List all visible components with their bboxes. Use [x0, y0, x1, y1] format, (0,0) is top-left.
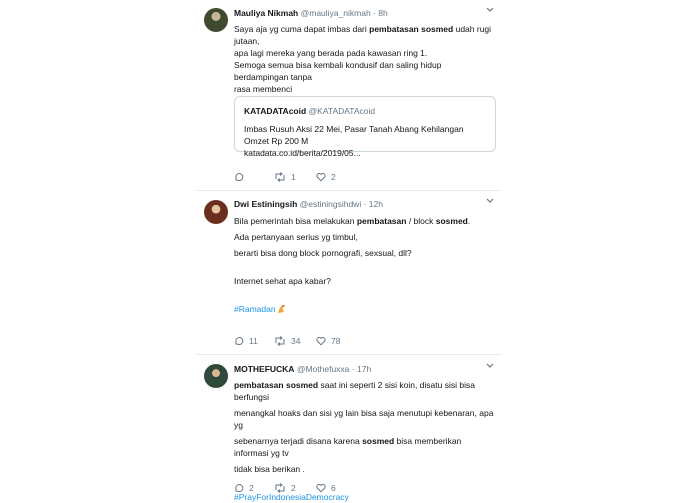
tweet-text: Saya aja yg cuma dapat imbas dari pembat… [234, 23, 496, 95]
timestamp[interactable]: 12h [369, 199, 383, 209]
retweet-button[interactable]: 2 [274, 483, 296, 493]
tweet-line: menangkal hoaks dan sisi yg lain bisa sa… [234, 408, 494, 430]
timestamp[interactable]: 17h [357, 364, 371, 374]
like-button[interactable]: 2 [316, 172, 336, 182]
tweet[interactable]: Dwi Estiningsih @estiningsihdwi · 12h Bi… [196, 191, 502, 355]
author-handle[interactable]: @mauliya_nikmah [301, 8, 371, 18]
author-name[interactable]: MOTHEFUCKA [234, 364, 294, 374]
heart-icon [316, 172, 326, 182]
like-button[interactable]: 78 [316, 336, 340, 346]
tweet-line: berarti bisa dong block pornografi, sexs… [234, 248, 412, 258]
quoted-author-name: KATADATAcoid [244, 106, 307, 116]
tweet-header: Mauliya Nikmah @mauliya_nikmah · 8h [234, 8, 388, 18]
reply-button[interactable]: 2 [234, 483, 254, 493]
quoted-tweet[interactable]: KATADATAcoid @KATADATAcoid Imbas Rusuh A… [234, 96, 496, 158]
tweet[interactable]: MOTHEFUCKA @Mothefuxxa · 17h pembatasan … [196, 355, 502, 502]
tweet-line: Semoga semua bisa kembali kondusif dan s… [234, 60, 442, 82]
chevron-down-icon[interactable] [486, 197, 494, 206]
reply-icon [235, 484, 244, 492]
tweet[interactable]: Mauliya Nikmah @mauliya_nikmah · 8h Saya… [196, 0, 502, 191]
tweet-line: Saya aja yg cuma dapat imbas dari pembat… [234, 24, 492, 46]
separator: · [351, 364, 355, 374]
hashtag-line: #Ramadan [234, 303, 496, 315]
tweet-line: apa lagi mereka yang berada pada kawasan… [234, 48, 428, 58]
tweet-line: Ada pertanyaan serius yg timbul, [234, 232, 358, 242]
quoted-text: Imbas Rusuh Aksi 22 Mei, Pasar Tanah Aba… [244, 124, 464, 146]
tweet-line: rasa membenci [234, 84, 293, 94]
retweet-icon [275, 483, 285, 493]
retweet-icon [275, 336, 285, 346]
hashtag-link[interactable]: #Ramadan [234, 304, 276, 314]
tweet-header: Dwi Estiningsih @estiningsihdwi · 12h [234, 199, 383, 209]
author-name[interactable]: Mauliya Nikmah [234, 8, 298, 18]
tweet-line: tidak bisa berikan . [234, 464, 305, 474]
avatar[interactable] [204, 364, 228, 388]
author-name[interactable]: Dwi Estiningsih [234, 199, 297, 209]
author-handle[interactable]: @Mothefuxxa [297, 364, 350, 374]
avatar[interactable] [204, 200, 228, 224]
tweet-line: pembatasan sosmed saat ini seperti 2 sis… [234, 380, 475, 402]
tweet-line: sebenarnya terjadi disana karena sosmed … [234, 436, 462, 458]
author-handle[interactable]: @estiningsihdwi [300, 199, 362, 209]
reply-icon [235, 337, 244, 345]
avatar[interactable] [204, 8, 228, 32]
reply-icon [235, 173, 244, 181]
reply-button[interactable]: 11 [234, 336, 258, 346]
tweet-line: Bila pemerintah bisa melakukan pembatasa… [234, 216, 471, 226]
separator: · [363, 199, 367, 209]
timestamp[interactable]: 8h [378, 8, 387, 18]
tweet-line: Internet sehat apa kabar? [234, 276, 331, 286]
tweet-text: Bila pemerintah bisa melakukan pembatasa… [234, 215, 496, 315]
tweet-header: MOTHEFUCKA @Mothefuxxa · 17h [234, 364, 371, 374]
quoted-author-handle: @KATADATAcoid [308, 106, 376, 116]
ramadan-emoji-icon [276, 304, 285, 314]
quoted-link[interactable]: katadata.co.id/berita/2019/05... [244, 147, 486, 159]
retweet-icon [275, 172, 285, 182]
separator: · [373, 8, 376, 18]
tweet-feed: Mauliya Nikmah @mauliya_nikmah · 8h Saya… [196, 0, 502, 502]
retweet-button[interactable]: 1 [274, 172, 296, 182]
retweet-button[interactable]: 34 [274, 336, 300, 346]
heart-icon [316, 483, 326, 493]
chevron-down-icon[interactable] [486, 362, 494, 371]
chevron-down-icon[interactable] [486, 6, 494, 15]
like-button[interactable]: 6 [316, 483, 336, 493]
reply-button[interactable] [234, 172, 249, 182]
hashtag-link[interactable]: #PrayForIndonesiaDemocracy [234, 492, 349, 502]
heart-icon [316, 336, 326, 346]
